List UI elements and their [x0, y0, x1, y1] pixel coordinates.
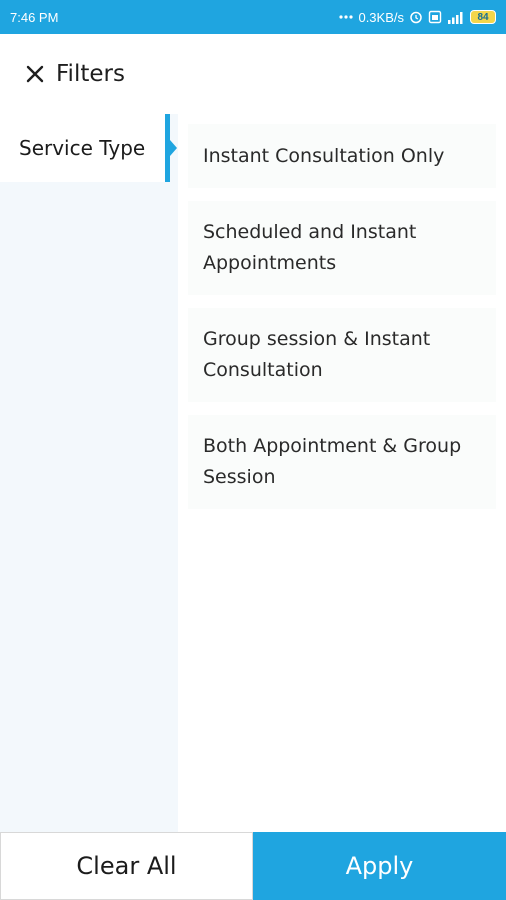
- option-label: Both Appointment & Group Session: [203, 435, 462, 488]
- sidebar-item-label: Service Type: [19, 136, 146, 160]
- clear-all-button[interactable]: Clear All: [0, 832, 253, 900]
- sim-icon: [428, 10, 442, 24]
- close-button[interactable]: [22, 61, 48, 87]
- option-group-session-instant[interactable]: Group session & Instant Consultation: [188, 308, 496, 402]
- selected-indicator-notch: [170, 140, 177, 156]
- sidebar-item-service-type[interactable]: Service Type: [0, 114, 168, 182]
- signal-icon: [447, 11, 465, 24]
- filter-category-sidebar: Service Type: [0, 114, 178, 832]
- battery-icon: 84: [470, 10, 496, 24]
- status-time: 7:46 PM: [10, 9, 59, 25]
- option-appointment-group-session[interactable]: Both Appointment & Group Session: [188, 415, 496, 509]
- page-title: Filters: [56, 61, 125, 87]
- filters-header: Filters: [0, 34, 506, 114]
- option-label: Group session & Instant Consultation: [203, 328, 431, 381]
- option-scheduled-and-instant[interactable]: Scheduled and Instant Appointments: [188, 201, 496, 295]
- filter-actions: Clear All Apply: [0, 832, 506, 900]
- network-speed: 0.3KB/s: [358, 9, 404, 25]
- battery-level: 84: [477, 11, 489, 23]
- status-bar: 7:46 PM 0.3KB/s 84: [0, 0, 506, 34]
- option-label: Scheduled and Instant Appointments: [203, 221, 417, 274]
- option-instant-consultation-only[interactable]: Instant Consultation Only: [188, 124, 496, 188]
- dots-icon: [339, 14, 354, 20]
- apply-button[interactable]: Apply: [253, 832, 506, 900]
- status-indicators: 0.3KB/s 84: [339, 10, 496, 25]
- option-label: Instant Consultation Only: [203, 144, 445, 167]
- close-icon: [26, 65, 44, 83]
- alarm-icon: [409, 10, 423, 24]
